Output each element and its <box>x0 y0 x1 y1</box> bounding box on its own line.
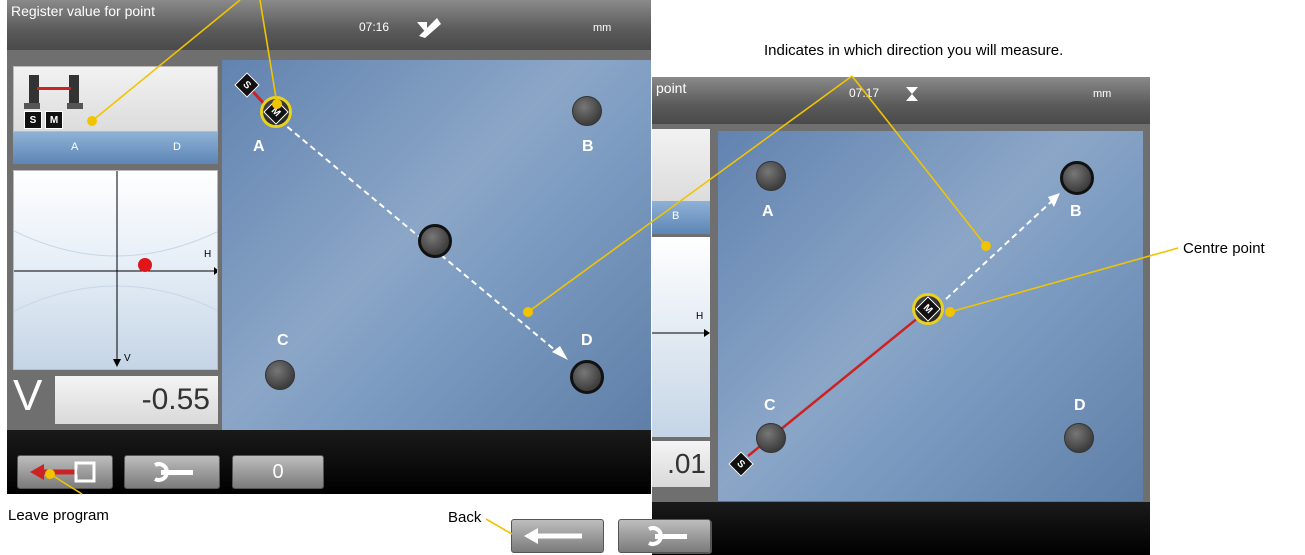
centre-point-callout: Centre point <box>1183 240 1265 257</box>
direction-callout: Indicates in which direction you will me… <box>764 42 1064 59</box>
back-callout: Back <box>448 509 482 526</box>
callout-lines <box>45 0 1179 535</box>
leave-program-callout: Leave program <box>8 507 109 524</box>
